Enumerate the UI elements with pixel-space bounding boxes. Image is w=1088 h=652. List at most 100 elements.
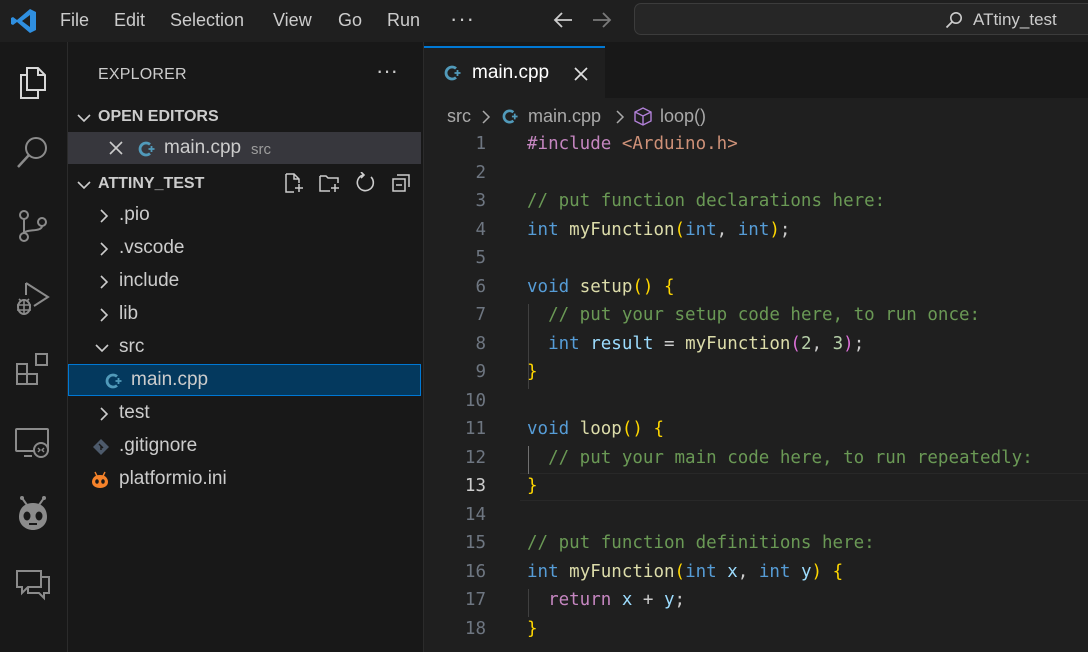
chevron-right-icon (100, 275, 109, 289)
code-line: #include <Arduino.h> (527, 134, 738, 154)
code-line: } (527, 476, 538, 496)
search-icon[interactable] (14, 134, 52, 172)
platformio-icon[interactable] (14, 495, 52, 533)
code-token: <Arduino.h> (621, 134, 738, 154)
code-token: int (527, 219, 559, 240)
code-token: ( (790, 333, 801, 354)
menu-run[interactable]: Run (387, 10, 420, 30)
tree-folder-src[interactable]: src (68, 331, 421, 363)
line-number: 13 (464, 476, 486, 496)
close-icon[interactable] (573, 66, 589, 82)
code-token: void (527, 276, 570, 297)
cpp-file-icon (138, 141, 155, 157)
code-token: () (621, 419, 643, 439)
remote-explorer-icon[interactable] (14, 424, 52, 462)
tree-label: .vscode (119, 237, 185, 258)
tree-folder-include[interactable]: include (68, 265, 421, 297)
search-icon (945, 12, 962, 29)
explorer-icon[interactable] (14, 64, 52, 102)
code-token: int (685, 219, 717, 240)
tree-folder-lib[interactable]: lib (68, 298, 421, 330)
code-token: myFunction (569, 561, 675, 582)
breadcrumb-folder[interactable]: src (447, 106, 471, 127)
tree-folder-test[interactable]: test (68, 397, 421, 429)
code-editor[interactable]: 1 2 3 4 5 6 7 8 9 10 11 12 13 14 15 16 17 18 #include <Ar… (424, 132, 1088, 652)
tree-folder-vscode[interactable]: .vscode (68, 232, 421, 264)
arrow-left-icon[interactable] (551, 8, 575, 32)
command-center-label: ATtiny_test (973, 10, 1057, 29)
code-token: , (811, 333, 833, 354)
menu-file[interactable]: File (60, 10, 89, 30)
new-folder-icon[interactable] (318, 172, 340, 194)
code-token: y (664, 590, 675, 610)
menu-go[interactable]: Go (338, 10, 362, 30)
code-line: // put function declarations here: (527, 191, 885, 211)
new-file-icon[interactable] (282, 172, 304, 194)
code-token: result (590, 333, 654, 354)
tab-main-cpp[interactable]: main.cpp (424, 46, 605, 98)
close-icon[interactable] (108, 140, 124, 156)
tree-folder-pio[interactable]: .pio (68, 199, 421, 231)
code-line: } (527, 619, 538, 639)
refresh-icon[interactable] (354, 172, 376, 194)
open-editor-item[interactable]: main.cpp src (68, 132, 421, 164)
run-debug-icon[interactable] (14, 279, 52, 317)
line-number: 12 (464, 447, 486, 468)
line-number: 3 (475, 191, 486, 211)
code-token: ) (843, 333, 854, 354)
tree-file-platformio-ini[interactable]: platformio.ini (68, 463, 421, 495)
breadcrumb-symbol[interactable]: loop() (660, 106, 706, 127)
code-token: 2 (800, 333, 812, 354)
chat-icon[interactable] (14, 566, 52, 604)
menu-edit[interactable]: Edit (114, 10, 145, 30)
cpp-file-icon (502, 109, 518, 124)
code-token: // put your setup code here, to run once… (548, 305, 981, 325)
line-number: 18 (464, 618, 486, 639)
code-token: () (632, 276, 654, 297)
code-token: } (527, 618, 538, 639)
code-line: int result = myFunction(2, 3); (527, 334, 864, 354)
line-number: 10 (464, 390, 486, 411)
tree-file-gitignore[interactable]: .gitignore (68, 430, 421, 462)
cpp-file-icon (105, 373, 122, 389)
code-token: { (653, 419, 665, 439)
title-bar: File Edit Selection View Go Run ··· ATti… (0, 0, 1088, 42)
menu-view[interactable]: View (273, 10, 312, 30)
code-token: // put function definitions here: (527, 533, 875, 553)
code-token: ; (779, 219, 791, 240)
extensions-icon[interactable] (14, 350, 52, 388)
line-number: 9 (475, 362, 486, 382)
collapse-all-icon[interactable] (390, 172, 412, 194)
code-token: y (801, 561, 812, 582)
project-title: ATTINY_TEST (98, 175, 205, 192)
explorer-more-button[interactable]: ··· (376, 58, 398, 84)
code-token: int (527, 561, 559, 582)
code-line: } (527, 362, 538, 382)
menu-selection[interactable]: Selection (170, 10, 244, 30)
arrow-right-icon[interactable] (590, 8, 614, 32)
code-token: myFunction (569, 219, 675, 240)
vscode-logo-icon[interactable] (10, 7, 38, 35)
command-center-search[interactable]: ATtiny_test (634, 3, 1088, 35)
code-token: ) (769, 219, 780, 240)
breadcrumb: src main.cpp loop() (424, 98, 1088, 134)
breadcrumb-file[interactable]: main.cpp (528, 106, 601, 127)
line-number: 1 (475, 134, 486, 154)
tree-file-main-cpp[interactable]: main.cpp (68, 364, 421, 396)
code-token: x (621, 590, 633, 610)
activity-bar (0, 42, 68, 652)
chevron-right-icon (100, 407, 109, 421)
chevron-down-icon (77, 114, 91, 123)
menu-more-button[interactable]: ··· (450, 6, 475, 32)
code-token: + (632, 590, 664, 610)
source-control-icon[interactable] (14, 207, 52, 245)
open-editors-header[interactable]: OPEN EDITORS (68, 102, 423, 132)
